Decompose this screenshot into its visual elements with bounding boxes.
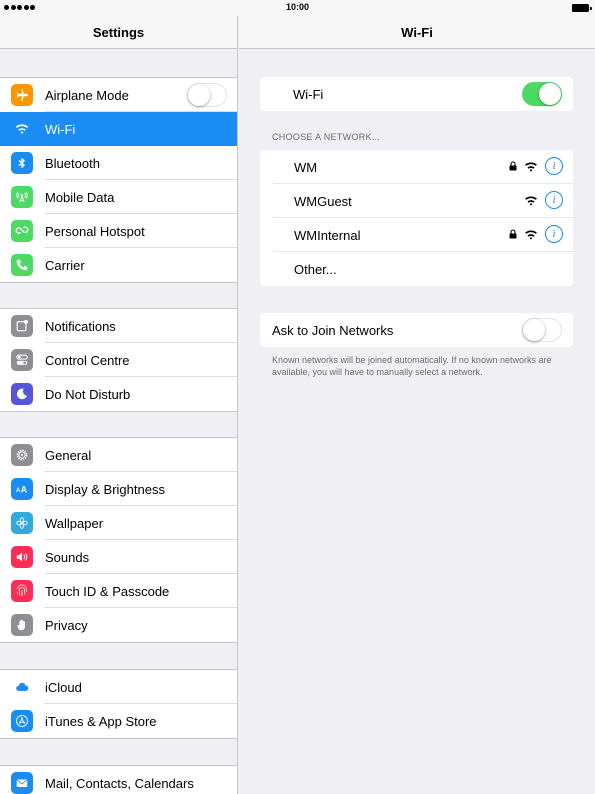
sidebar-item-label: iTunes & App Store bbox=[45, 713, 157, 729]
network-list: WM i WMGuest i WMInternal i Other... bbox=[260, 150, 573, 286]
airplane-mode-toggle[interactable] bbox=[187, 83, 227, 107]
lock-icon bbox=[509, 229, 517, 239]
sidebar-item-label: Sounds bbox=[45, 549, 90, 565]
wifi-toggle-card: Wi-Fi bbox=[260, 77, 573, 111]
sidebar-item-wallpaper[interactable]: Wallpaper bbox=[0, 506, 237, 540]
wifi-icon bbox=[11, 118, 33, 140]
sidebar-group-notifications: Notifications Control Centre Do Not Dist… bbox=[0, 308, 237, 412]
info-button[interactable]: i bbox=[545, 225, 563, 243]
wifi-toggle[interactable] bbox=[522, 82, 562, 106]
sidebar-group-connectivity: Airplane Mode Wi-Fi Bluetooth Mobile Dat… bbox=[0, 77, 237, 283]
network-row-other[interactable]: Other... bbox=[260, 252, 573, 286]
ask-to-join-footnote: Known networks will be joined automatica… bbox=[272, 355, 552, 377]
wifi-signal-icon bbox=[525, 161, 537, 172]
cloud-icon bbox=[11, 676, 33, 698]
sidebar-item-icloud[interactable]: iCloud bbox=[0, 670, 237, 704]
network-row-wmguest[interactable]: WMGuest i bbox=[260, 184, 573, 218]
sidebar-item-label: General bbox=[45, 447, 92, 463]
sidebar-item-sounds[interactable]: Sounds bbox=[0, 540, 237, 574]
status-bar: 10:00 bbox=[0, 0, 595, 16]
ask-to-join-label: Ask to Join Networks bbox=[272, 322, 394, 338]
sidebar-item-mail-contacts-calendars[interactable]: Mail, Contacts, Calendars bbox=[0, 766, 237, 794]
network-name: WMGuest bbox=[294, 193, 352, 209]
sidebar-item-bluetooth[interactable]: Bluetooth bbox=[0, 146, 237, 180]
sidebar-item-display-brightness[interactable]: AA Display & Brightness bbox=[0, 472, 237, 506]
network-name: WMInternal bbox=[294, 227, 361, 243]
sidebar-item-personal-hotspot[interactable]: Personal Hotspot bbox=[0, 214, 237, 248]
sidebar-item-label: Mail, Contacts, Calendars bbox=[45, 775, 194, 791]
sidebar-item-general[interactable]: General bbox=[0, 438, 237, 472]
sidebar-item-label: iCloud bbox=[45, 679, 82, 695]
info-button[interactable]: i bbox=[545, 157, 563, 175]
wifi-detail-pane: Wi-Fi Wi-Fi CHOOSE A NETWORK... WM i WMG… bbox=[239, 16, 595, 794]
status-time: 10:00 bbox=[285, 2, 310, 12]
sidebar-item-label: Wallpaper bbox=[45, 515, 104, 531]
network-row-wminternal[interactable]: WMInternal i bbox=[260, 218, 573, 252]
sidebar-item-itunes-app-store[interactable]: iTunes & App Store bbox=[0, 704, 237, 738]
sidebar-item-label: Wi-Fi bbox=[45, 121, 76, 137]
phone-icon bbox=[11, 254, 33, 276]
sidebar-item-label: Personal Hotspot bbox=[45, 223, 145, 239]
page-title: Wi-Fi bbox=[239, 16, 595, 49]
battery-icon bbox=[572, 4, 592, 12]
hotspot-icon bbox=[11, 220, 33, 242]
choose-network-label: CHOOSE A NETWORK... bbox=[272, 132, 381, 142]
sidebar-item-do-not-disturb[interactable]: Do Not Disturb bbox=[0, 377, 237, 411]
sidebar-item-label: Airplane Mode bbox=[45, 87, 129, 103]
wallpaper-icon bbox=[11, 512, 33, 534]
speaker-icon bbox=[11, 546, 33, 568]
control-centre-icon bbox=[11, 349, 33, 371]
airplane-icon bbox=[11, 84, 33, 106]
sidebar-item-airplane-mode[interactable]: Airplane Mode bbox=[0, 78, 237, 112]
wifi-toggle-row: Wi-Fi bbox=[260, 77, 573, 111]
info-button[interactable]: i bbox=[545, 191, 563, 209]
sidebar-item-touch-id-passcode[interactable]: Touch ID & Passcode bbox=[0, 574, 237, 608]
app-store-icon bbox=[11, 710, 33, 732]
ask-to-join-toggle[interactable] bbox=[522, 318, 562, 342]
network-row-wm[interactable]: WM i bbox=[260, 150, 573, 184]
sidebar-item-label: Carrier bbox=[45, 257, 85, 273]
fingerprint-icon bbox=[11, 580, 33, 602]
lock-icon bbox=[509, 161, 517, 171]
notifications-icon bbox=[11, 315, 33, 337]
sidebar-group-mail: Mail, Contacts, Calendars bbox=[0, 765, 237, 794]
svg-text:A: A bbox=[21, 485, 28, 495]
sidebar-group-accounts: iCloud iTunes & App Store bbox=[0, 669, 237, 739]
sidebar-item-label: Notifications bbox=[45, 318, 116, 334]
sidebar-item-carrier[interactable]: Carrier bbox=[0, 248, 237, 282]
mail-icon bbox=[11, 772, 33, 794]
sidebar-item-label: Touch ID & Passcode bbox=[45, 583, 170, 599]
sidebar-item-label: Bluetooth bbox=[45, 155, 100, 171]
sidebar-item-label: Display & Brightness bbox=[45, 481, 165, 497]
ask-to-join-card: Ask to Join Networks bbox=[260, 313, 573, 347]
sidebar-group-general: General AA Display & Brightness Wallpape… bbox=[0, 437, 237, 643]
network-name: WM bbox=[294, 159, 318, 175]
wifi-signal-icon bbox=[525, 195, 537, 206]
ask-to-join-row: Ask to Join Networks bbox=[260, 313, 573, 347]
text-size-icon: AA bbox=[11, 478, 33, 500]
wifi-signal-icon bbox=[525, 229, 537, 240]
sidebar-item-label: Mobile Data bbox=[45, 189, 115, 205]
moon-icon bbox=[11, 383, 33, 405]
sidebar-item-notifications[interactable]: Notifications bbox=[0, 309, 237, 343]
sidebar-item-label: Control Centre bbox=[45, 352, 130, 368]
antenna-icon bbox=[11, 186, 33, 208]
gear-icon bbox=[11, 444, 33, 466]
sidebar-item-privacy[interactable]: Privacy bbox=[0, 608, 237, 642]
wifi-label: Wi-Fi bbox=[293, 86, 324, 102]
sidebar-title: Settings bbox=[0, 16, 237, 49]
sidebar-item-wifi[interactable]: Wi-Fi bbox=[0, 112, 237, 146]
hand-icon bbox=[11, 614, 33, 636]
sidebar-item-label: Do Not Disturb bbox=[45, 386, 131, 402]
settings-sidebar: Settings Airplane Mode Wi-Fi Bluetooth M… bbox=[0, 16, 238, 794]
sidebar-item-mobile-data[interactable]: Mobile Data bbox=[0, 180, 237, 214]
sidebar-item-control-centre[interactable]: Control Centre bbox=[0, 343, 237, 377]
other-network-label: Other... bbox=[294, 261, 337, 277]
sidebar-item-label: Privacy bbox=[45, 617, 88, 633]
bluetooth-icon bbox=[11, 152, 33, 174]
